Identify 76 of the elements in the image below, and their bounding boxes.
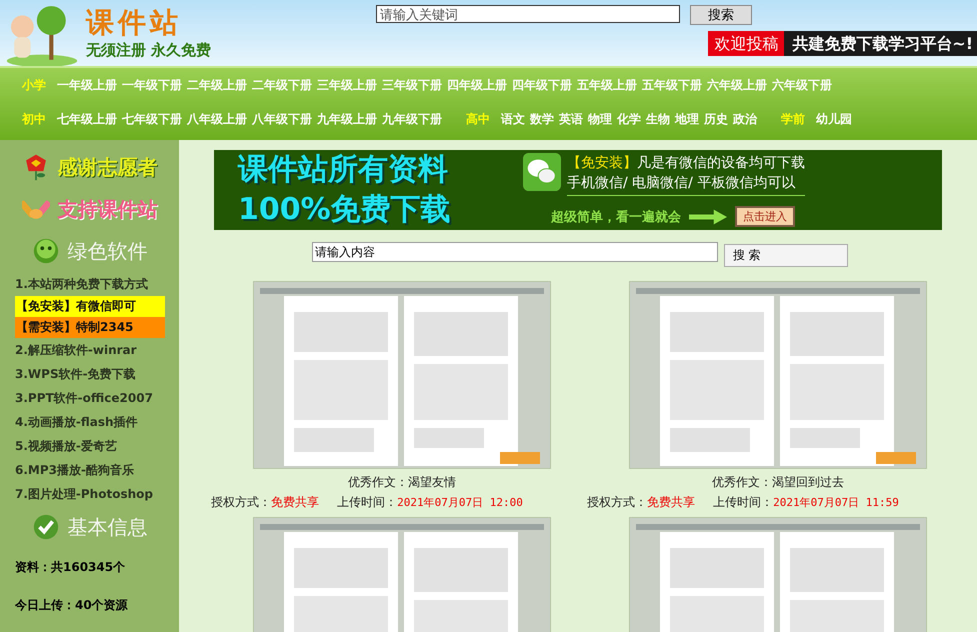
software-link[interactable]: 5.视频播放-爱奇艺 (15, 434, 165, 458)
logo-slogan: 无须注册 永久免费 (86, 40, 212, 60)
nav-link[interactable]: 英语 (559, 110, 583, 128)
nav-link[interactable]: 四年级上册 (447, 76, 507, 94)
upload-time: 2021年07月07日 12:00 (397, 496, 523, 509)
banner-hint: 超级简单，看一遍就会 (551, 208, 681, 226)
chat-bubbles-icon (523, 153, 561, 191)
nav-link[interactable]: 语文 (501, 110, 525, 128)
nav-link[interactable]: 数学 (530, 110, 554, 128)
nav-link[interactable]: 生物 (646, 110, 670, 128)
nav-link[interactable]: 二年级下册 (252, 76, 312, 94)
nav-link[interactable]: 九年级下册 (382, 110, 442, 128)
nav-link[interactable]: 八年级上册 (187, 110, 247, 128)
nav-link[interactable]: 五年级下册 (642, 76, 702, 94)
nav-category[interactable]: 高中 (466, 110, 490, 128)
info-text: 今日上传：40个资源 (15, 597, 129, 614)
section-title: 感谢志愿者 (58, 154, 158, 180)
search-field[interactable]: 请输入关键词 (376, 5, 680, 23)
nav-category[interactable]: 初中 (22, 110, 46, 128)
nav-link[interactable]: 三年级上册 (317, 76, 377, 94)
software-link[interactable]: 2.解压缩软件-winrar (15, 338, 165, 362)
software-link[interactable]: 6.MP3播放-酷狗音乐 (15, 458, 165, 482)
section-title: 支持课件站 (58, 196, 158, 222)
nav-link[interactable]: 地理 (675, 110, 699, 128)
meta-label: 授权方式： (211, 495, 272, 509)
software-link[interactable]: 3.PPT软件-office2007 (15, 386, 165, 410)
contribute-link[interactable]: 欢迎投稿 (708, 31, 784, 56)
nav-link[interactable]: 一年级上册 (57, 76, 117, 94)
info-text: 资料：共160345个 (15, 559, 126, 576)
banner-headline: 课件站所有资料 (238, 151, 449, 189)
nav-link[interactable]: 历史 (704, 110, 728, 128)
card-title[interactable]: 优秀作文：渴望回到过去 (712, 474, 844, 490)
nav-link[interactable]: 七年级上册 (57, 110, 117, 128)
checkmark-icon (32, 513, 60, 541)
section-title: 基本信息 (68, 514, 148, 540)
software-link[interactable]: 7.图片处理-Photoshop (15, 482, 165, 506)
smiley-icon (32, 237, 60, 265)
nav-link[interactable]: 四年级下册 (512, 76, 572, 94)
banner-headline: 100%免费下载 (238, 191, 452, 229)
nav-link[interactable]: 五年级上册 (577, 76, 637, 94)
nav-link[interactable]: 化学 (617, 110, 641, 128)
license-value: 免费共享 (647, 495, 696, 509)
nav-link[interactable]: 幼儿园 (816, 110, 852, 128)
nav-link[interactable]: 六年级下册 (772, 76, 832, 94)
upload-time: 2021年07月07日 11:59 (773, 496, 899, 509)
nav-link[interactable]: 一年级下册 (122, 76, 182, 94)
enter-button[interactable]: 点击进入 (735, 206, 795, 227)
banner-text: 手机微信/ 电脑微信/ 平板微信均可以 (567, 174, 796, 193)
search-button[interactable]: 搜索 (690, 5, 752, 25)
search-field[interactable]: 请输入内容 (312, 242, 718, 262)
nav-link[interactable]: 七年级下册 (122, 110, 182, 128)
banner-text: 【免安装】凡是有微信的设备均可下载 (567, 154, 805, 173)
nav-link[interactable]: 九年级上册 (317, 110, 377, 128)
software-link[interactable]: 1.本站两种免费下载方式 (15, 272, 165, 296)
highlight-link[interactable]: 【免安装】有微信即可 (15, 296, 165, 317)
nav-link[interactable]: 六年级上册 (707, 76, 767, 94)
nav-link[interactable]: 八年级下册 (252, 110, 312, 128)
software-link[interactable]: 3.WPS软件-免费下载 (15, 362, 165, 386)
search-button[interactable]: 搜 索 (724, 244, 848, 267)
tagline: 共建免费下载学习平台~! (784, 31, 977, 56)
card-title[interactable]: 优秀作文：渴望友情 (348, 474, 456, 490)
nav-category[interactable]: 学前 (781, 110, 805, 128)
nav-category[interactable]: 小学 (22, 76, 46, 94)
logo-title: 课件站 (86, 6, 183, 40)
nav-link[interactable]: 三年级下册 (382, 76, 442, 94)
meta-label: 上传时间： (713, 495, 774, 509)
section-title: 绿色软件 (68, 238, 148, 264)
software-link[interactable]: 4.动画播放-flash插件 (15, 410, 165, 434)
license-value: 免费共享 (271, 495, 320, 509)
meta-label: 授权方式： (587, 495, 648, 509)
arrow-icon (689, 208, 727, 226)
meta-label: 上传时间： (337, 495, 398, 509)
nav-link[interactable]: 二年级上册 (187, 76, 247, 94)
highlight-link[interactable]: 【需安装】特制2345 (15, 317, 165, 338)
nav-link[interactable]: 政治 (733, 110, 757, 128)
nav-link[interactable]: 物理 (588, 110, 612, 128)
